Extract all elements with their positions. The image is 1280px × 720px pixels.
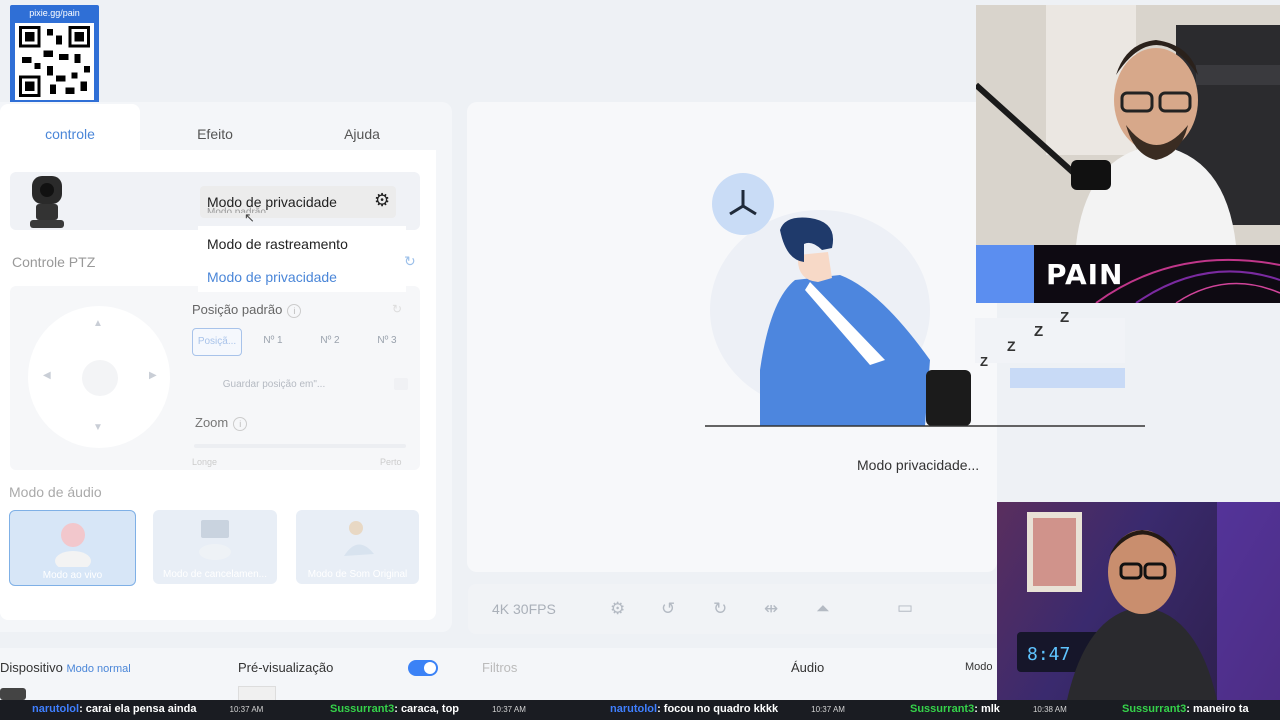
chat-text: maneiro ta [1192, 703, 1249, 715]
chat-user: Sussurrant3 [910, 703, 975, 715]
flip-horizontal-icon[interactable]: ⇹ [764, 599, 778, 619]
pain-logo: PAIN [1046, 258, 1124, 291]
chat-time: 10:37 AM [811, 705, 845, 714]
rotate-left-icon[interactable]: ↺ [661, 599, 675, 619]
chat-ticker: narutolol: carai ela pensa ainda 10:37 A… [0, 700, 1280, 720]
chat-user: Sussurrant3 [330, 703, 395, 715]
chat-time: 10:37 AM [229, 705, 264, 714]
zoom-slider[interactable] [194, 444, 406, 448]
ptz-label: Controle PTZ [12, 254, 96, 270]
settings-icon[interactable]: ⚙ [610, 599, 625, 619]
save-icon[interactable] [394, 378, 408, 390]
device-mode[interactable]: Modo normal [66, 663, 130, 675]
chat-time: 10:37 AM [492, 705, 526, 714]
device-thumb[interactable] [0, 688, 26, 700]
zoom-info-icon[interactable]: i [233, 416, 248, 431]
chat-text: carai ela pensa ainda [85, 703, 197, 715]
audio-mode-short: Modo [965, 661, 993, 673]
audio-mode-original-label: Modo de Som Original [307, 569, 408, 580]
chat-message: Sussurrant3: maneiro ta [1122, 703, 1249, 715]
sleep-z-icon: Z [1034, 323, 1044, 340]
mode-dropdown-menu: Modo de rastreamento Modo de privacidade [198, 226, 406, 292]
mouse-cursor-icon: ↖ [244, 210, 255, 225]
arrow-down-icon[interactable]: ▼ [93, 422, 103, 433]
live-mode-illustration [55, 523, 91, 567]
info-icon[interactable]: i [287, 303, 302, 318]
tab-efeito[interactable]: Efeito [145, 104, 285, 150]
chat-message: Sussurrant3: mlk 10:38 AM [910, 703, 1067, 715]
qr-url: pixie.gg/pain [29, 8, 80, 18]
privacy-status-text: Modo privacidade... [857, 457, 980, 473]
chat-time: 10:38 AM [1032, 705, 1067, 714]
menu-item-privacy[interactable]: Modo de privacidade [207, 269, 337, 285]
chat-message: Sussurrant3: caraca, top 10:37 AM [330, 703, 526, 715]
audio-mode-label: Modo de áudio [9, 484, 102, 500]
zoom-max-label: Perto [380, 457, 402, 467]
position-button-2[interactable]: Nº 2 [307, 328, 353, 354]
flip-vertical-icon[interactable]: ⏶ [816, 599, 830, 619]
sleep-z-icon: Z [1007, 338, 1016, 354]
preview-toggle[interactable] [408, 660, 438, 676]
audio-mode-live[interactable]: Modo ao vivo [9, 510, 136, 586]
qr-code-overlay: pixie.gg/pain [10, 5, 99, 104]
chat-text: caraca, top [400, 703, 460, 715]
position-button-default[interactable]: Posiçã... [192, 328, 242, 356]
tab-bar: controle Efeito Ajuda [0, 104, 452, 150]
pain-accent [976, 245, 1034, 303]
arrow-right-icon[interactable]: ▶ [149, 370, 157, 381]
sleep-z-icon: Z [980, 354, 988, 369]
camera-thumbnail-icon [26, 174, 68, 230]
streamer-webcam [976, 5, 1280, 245]
guest-webcam: 8:47 [997, 502, 1280, 700]
arrow-left-icon[interactable]: ◀ [43, 370, 51, 381]
menu-item-tracking[interactable]: Modo de rastreamento [207, 236, 348, 252]
sleep-z-icon: Z [1060, 309, 1070, 326]
device-section: Dispositivo Modo normal [0, 660, 131, 675]
position-label: Posição padrão i [192, 302, 302, 318]
preview-label: Pré-visualização [238, 660, 334, 675]
audio-label: Áudio [791, 660, 825, 675]
audio-mode-cancel[interactable]: Modo de cancelamen... [153, 510, 277, 584]
zoom-label: Zoom i [195, 415, 248, 431]
chat-message: narutolol: focou no quadro kkkk 10:37 AM [610, 703, 845, 715]
svg-text:8:47: 8:47 [1027, 644, 1070, 665]
chat-message: narutolol: carai ela pensa ainda 10:37 A… [32, 703, 264, 715]
tab-controle[interactable]: controle [0, 104, 140, 150]
original-mode-illustration [344, 521, 374, 556]
mode-dropdown-hidden-label: Modo padrão [207, 207, 266, 213]
zoom-min-label: Longe [192, 457, 218, 467]
audio-mode-cancel-label: Modo de cancelamen... [163, 569, 267, 580]
cancel-mode-illustration [199, 520, 231, 560]
gear-icon[interactable]: ⚙ [374, 190, 390, 211]
position-button-3[interactable]: Nº 3 [364, 328, 410, 354]
position-label-text: Posição padrão [192, 302, 283, 317]
zoom-label-text: Zoom [195, 415, 229, 430]
tab-ajuda[interactable]: Ajuda [292, 104, 432, 150]
mode-dropdown[interactable]: Modo de privacidade Modo padrão [200, 186, 396, 218]
resolution-label[interactable]: 4K 30FPS [492, 601, 556, 617]
reset-icon[interactable]: ↻ [392, 302, 402, 316]
refresh-icon[interactable]: ↻ [404, 253, 416, 270]
chat-user: narutolol [610, 703, 658, 715]
rotate-right-icon[interactable]: ↻ [713, 599, 727, 619]
chat-user: Sussurrant3 [1122, 703, 1187, 715]
chat-text: mlk [980, 703, 1000, 715]
position-button-1[interactable]: Nº 1 [250, 328, 296, 354]
arrow-up-icon[interactable]: ▲ [93, 318, 103, 329]
chat-user: narutolol [32, 703, 80, 715]
save-position-button[interactable]: Guardar posição em"... [194, 372, 354, 398]
device-label: Dispositivo [0, 660, 63, 675]
ptz-joystick-center[interactable] [82, 360, 118, 396]
audio-mode-original[interactable]: Modo de Som Original [296, 510, 419, 584]
audio-mode-live-label: Modo ao vivo [42, 570, 103, 581]
filters-label: Filtros [482, 660, 518, 675]
chat-text: focou no quadro kkkk [663, 703, 779, 715]
qr-code-icon [15, 23, 94, 100]
fullscreen-icon[interactable]: ▭ [897, 598, 913, 618]
